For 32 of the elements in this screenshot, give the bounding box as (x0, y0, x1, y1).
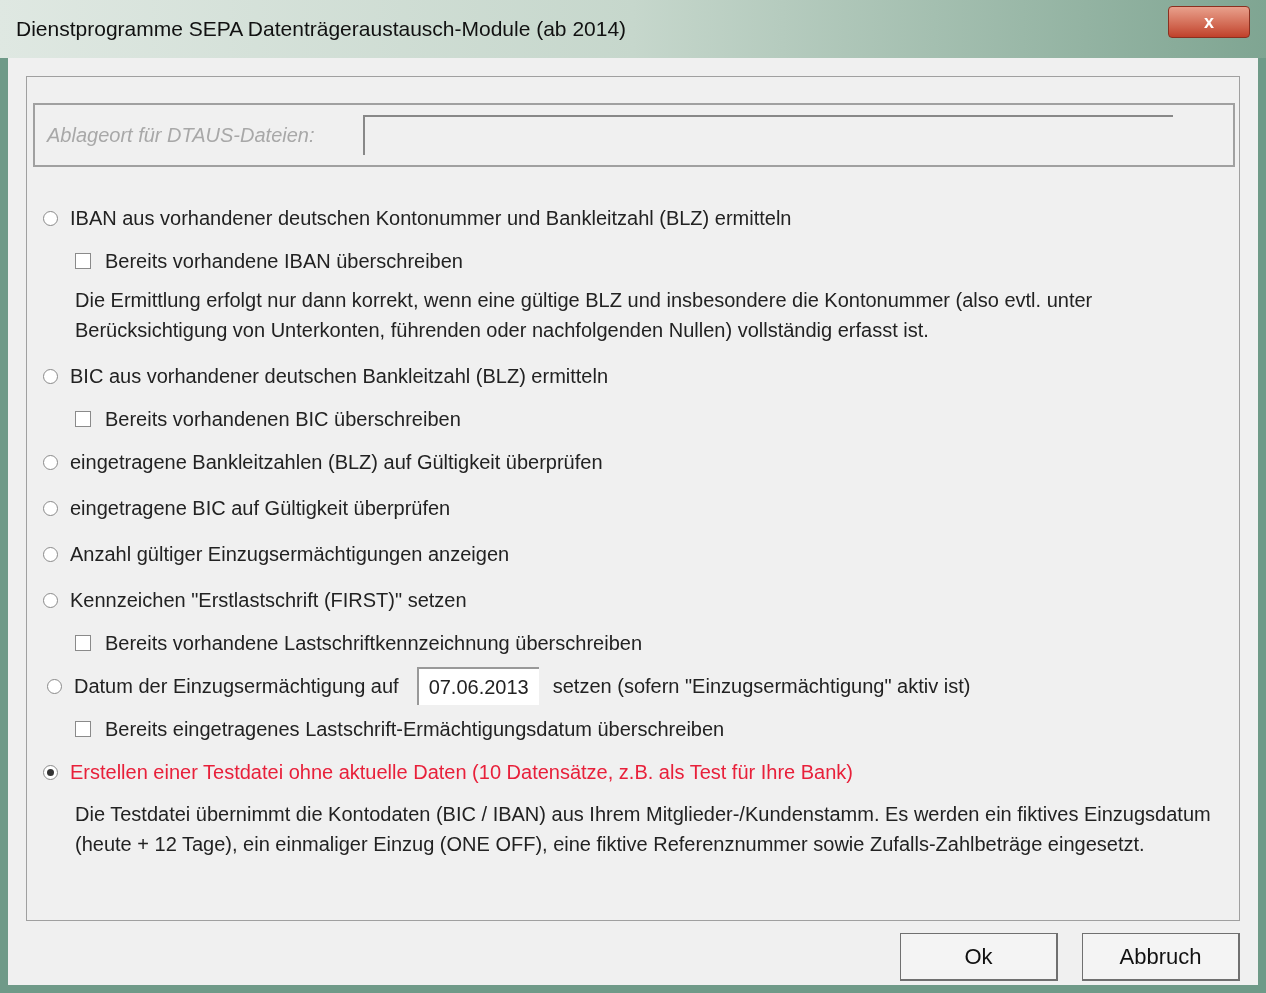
option-label[interactable]: eingetragene Bankleitzahlen (BLZ) auf Gültigkeit überprüfen (70, 447, 603, 477)
radio-button[interactable] (43, 454, 58, 470)
radio-button[interactable] (43, 500, 58, 516)
dialog-button[interactable]: Abbruch (1082, 933, 1240, 981)
radio-button[interactable] (43, 368, 58, 384)
option-label[interactable]: Erstellen einer Testdatei ohne aktuelle Daten (10 Datensätze, z.B. als Test für Ihre Bank) (70, 757, 854, 787)
radio-button[interactable] (43, 210, 58, 226)
checkbox-label[interactable]: Bereits vorhandenen BIC überschreiben (105, 404, 461, 434)
option-label[interactable]: IBAN aus vorhandener deutschen Kontonummer und Bankleitzahl (BLZ) ermitteln (70, 203, 792, 233)
option-label[interactable]: Kennzeichen "Erstlastschrift (FIRST)" setzen (70, 585, 467, 615)
checkbox[interactable] (75, 721, 91, 737)
option-suffix: setzen (sofern "Einzugsermächtigung" aktiv ist) (552, 674, 971, 699)
info-text: Die Ermittlung erfolgt nur dann korrekt, wenn eine gültige BLZ und insbesondere die Kontonummer (also evtl. unter Berücksichtigung von Unterkonten, führenden oder nachfolgenden Nullen) vollständig erfasst ist. (74, 288, 1094, 343)
storage-label: Ablageort für DTAUS-Dateien: (47, 123, 315, 148)
option-label[interactable]: BIC aus vorhandener deutschen Bankleitzahl (BLZ) ermitteln (70, 361, 609, 391)
info-text: Die Testdatei übernimmt die Kontodaten (BIC / IBAN) aus Ihrem Mitglieder-/Kundenstamm. Es werden ein fiktives Einzugsdatum (heute + 12 Tage), ein einmaliger Einzug (ONE OFF), eine fiktive Referenznummer sowie Zufalls-Zahlbeträge eingesetzt. (74, 802, 1212, 857)
option-label[interactable]: eingetragene BIC auf Gültigkeit überprüfen (70, 493, 451, 523)
checkbox-label[interactable]: Bereits eingetragenes Lastschrift-Ermächtigungsdatum überschreiben (105, 714, 725, 744)
option-label[interactable]: Anzahl gültiger Einzugsermächtigungen anzeigen (70, 539, 510, 569)
date-field[interactable]: 07.06.2013 (416, 667, 539, 705)
dialog-button[interactable]: Ok (900, 933, 1058, 981)
window-title: Dienstprogramme SEPA Datenträgeraustausch-Module (ab 2014) (16, 16, 627, 43)
checkbox[interactable] (75, 635, 91, 651)
radio-button[interactable] (47, 678, 62, 694)
radio-button[interactable] (43, 592, 58, 608)
checkbox-label[interactable]: Bereits vorhandene IBAN überschreiben (105, 246, 463, 276)
option-label[interactable]: Datum der Einzugsermächtigung auf (74, 671, 399, 701)
checkbox-label[interactable]: Bereits vorhandene Lastschriftkennzeichnung überschreiben (105, 628, 642, 658)
radio-button[interactable] (43, 764, 58, 780)
checkbox[interactable] (75, 411, 91, 427)
radio-button[interactable] (43, 546, 58, 562)
checkbox[interactable] (75, 253, 91, 269)
